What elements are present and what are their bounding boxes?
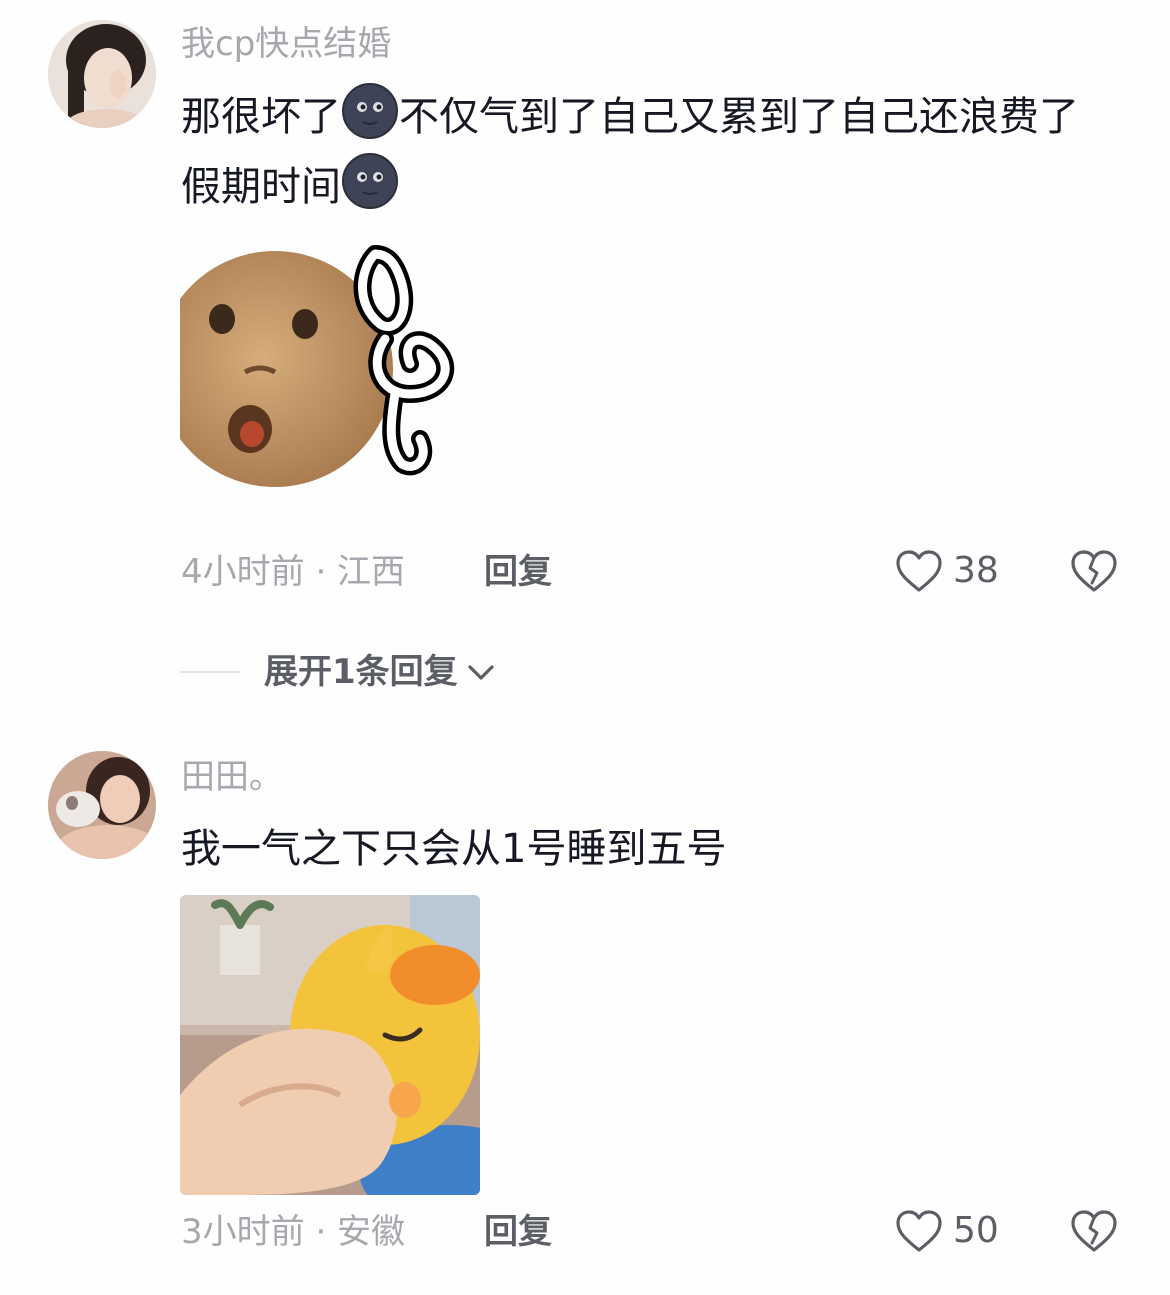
avatar[interactable] <box>48 20 156 128</box>
avatar-image <box>48 751 156 859</box>
username[interactable]: 我cp快点结婚 <box>181 24 391 64</box>
expand-replies-button[interactable]: 展开1条回复 <box>180 652 496 692</box>
like-button[interactable]: 50 <box>895 1209 999 1253</box>
comment-text: 那很坏了 不仅气到了自己又累到了自己还浪费了假期时间 <box>181 82 1101 222</box>
sticker-image[interactable] <box>180 895 480 1195</box>
comment-text-part: 那很坏了 <box>181 94 341 140</box>
avatar-image <box>48 20 156 128</box>
reply-button[interactable]: 回复 <box>484 552 552 592</box>
comment-text: 我一气之下只会从1号睡到五号 <box>181 826 727 872</box>
avatar[interactable] <box>48 751 156 859</box>
timestamp-location: 4小时前 · 江西 <box>181 552 406 592</box>
dislike-button[interactable] <box>1070 549 1118 597</box>
new-moon-face-icon <box>342 153 398 209</box>
dislike-button[interactable] <box>1070 1209 1118 1257</box>
duck-sticker-icon <box>180 895 480 1195</box>
like-count: 50 <box>953 1210 999 1251</box>
broken-heart-icon <box>1071 550 1117 592</box>
expand-replies-label: 展开1条回复 <box>264 652 458 692</box>
username[interactable]: 田田。 <box>181 757 283 797</box>
chevron-down-icon <box>468 665 494 680</box>
heart-icon <box>896 550 942 592</box>
like-count: 38 <box>953 550 999 591</box>
new-moon-face-icon <box>342 83 398 139</box>
like-button[interactable]: 38 <box>895 549 999 593</box>
reply-button[interactable]: 回复 <box>484 1212 552 1252</box>
broken-heart-icon <box>1071 1210 1117 1252</box>
heart-icon <box>896 1210 942 1252</box>
divider-line <box>180 671 240 673</box>
cat-sticker-icon <box>157 245 455 487</box>
sticker-image[interactable] <box>157 244 470 494</box>
timestamp-location: 3小时前 · 安徽 <box>181 1212 406 1252</box>
